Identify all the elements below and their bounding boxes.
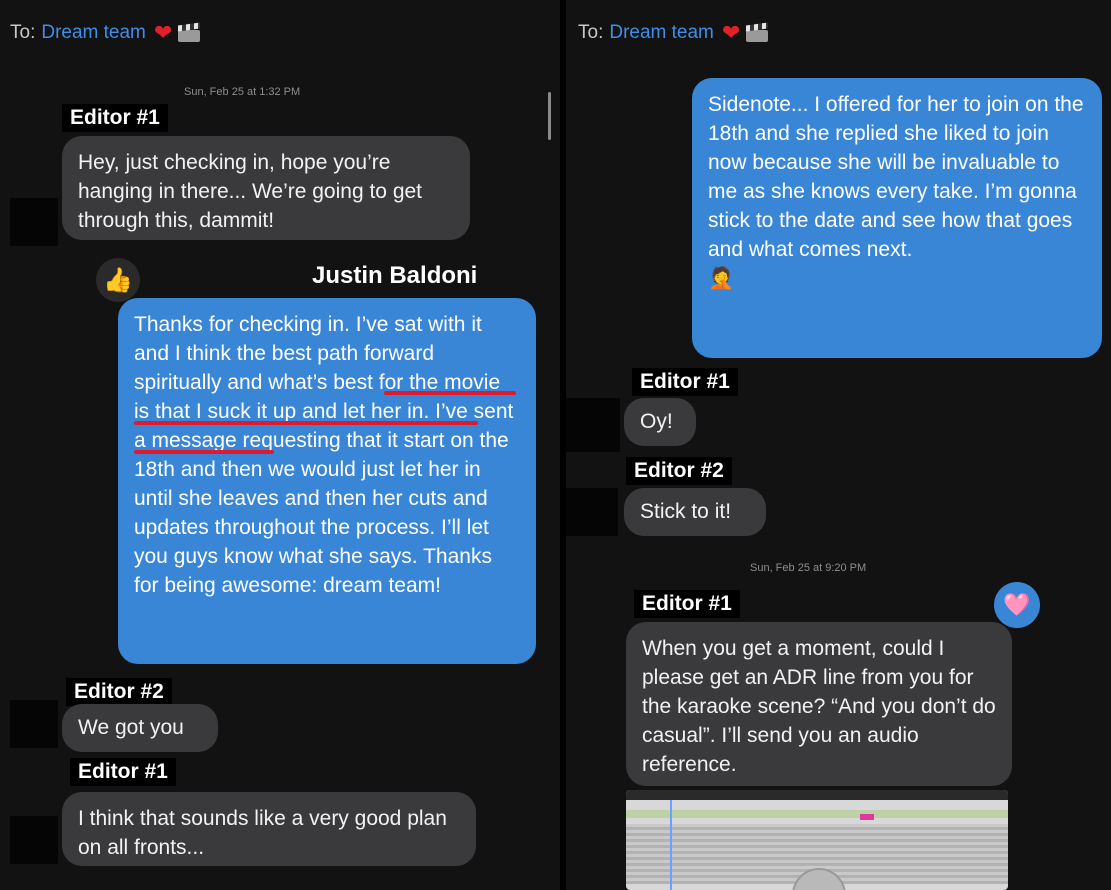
right-header: To: Dream team ❤	[578, 20, 770, 46]
message-bubble[interactable]: Sidenote... I offered for her to join on…	[692, 78, 1102, 358]
sender-name: Editor #2	[626, 457, 732, 485]
thumbs-up-reaction-icon[interactable]: 👍	[96, 258, 140, 302]
playhead	[670, 800, 672, 890]
red-underline	[384, 391, 516, 395]
sender-name: Editor #1	[632, 368, 738, 396]
red-underline	[134, 421, 478, 425]
message-bubble[interactable]: We got you	[62, 704, 218, 752]
message-bubble[interactable]: When you get a moment, could I please ge…	[626, 622, 1012, 786]
avatar	[10, 816, 58, 864]
to-label: To:	[10, 22, 36, 43]
left-header: To: Dream team ❤	[10, 20, 202, 46]
message-bubble[interactable]: Hey, just checking in, hope you’re hangi…	[62, 136, 470, 240]
timestamp: Sun, Feb 25 at 9:20 PM	[750, 562, 867, 574]
left-conversation-panel: To: Dream team ❤ Sun, Feb 25 at 1:32 PM …	[0, 0, 560, 890]
red-underline	[134, 450, 274, 454]
avatar	[10, 198, 58, 246]
heart-reaction-icon[interactable]: 🩷	[994, 582, 1040, 628]
heart-icon: ❤	[721, 20, 741, 45]
recipient-name[interactable]: Dream team	[41, 22, 146, 44]
avatar	[566, 488, 618, 536]
message-bubble[interactable]: Stick to it!	[624, 488, 766, 536]
video-attachment[interactable]	[626, 790, 1008, 890]
scrollbar[interactable]	[548, 92, 551, 140]
message-bubble[interactable]: Thanks for checking in. I’ve sat with it…	[118, 298, 536, 664]
facepalm-emoji: 🤦	[708, 267, 735, 290]
message-bubble[interactable]: I think that sounds like a very good pla…	[62, 792, 476, 866]
sender-name: Editor #1	[70, 758, 176, 786]
to-label: To:	[578, 22, 604, 43]
sender-name: Editor #2	[66, 678, 172, 706]
clapperboard-icon	[746, 24, 770, 42]
sender-name: Editor #1	[634, 590, 740, 618]
clapperboard-icon	[178, 24, 202, 42]
right-conversation-panel: To: Dream team ❤ Sidenote... I offered f…	[566, 0, 1111, 890]
message-text: Sidenote... I offered for her to join on…	[708, 93, 1084, 261]
avatar	[566, 398, 620, 452]
video-toolbar	[626, 790, 1008, 800]
timeline-strip	[626, 810, 1008, 818]
timestamp: Sun, Feb 25 at 1:32 PM	[184, 86, 301, 98]
avatar	[10, 700, 58, 748]
sender-name: Justin Baldoni	[312, 262, 478, 289]
timeline-marker	[860, 814, 874, 820]
recipient-name[interactable]: Dream team	[609, 22, 714, 44]
sender-name: Editor #1	[62, 104, 168, 132]
message-bubble[interactable]: Oy!	[624, 398, 696, 446]
heart-icon: ❤	[153, 20, 173, 45]
